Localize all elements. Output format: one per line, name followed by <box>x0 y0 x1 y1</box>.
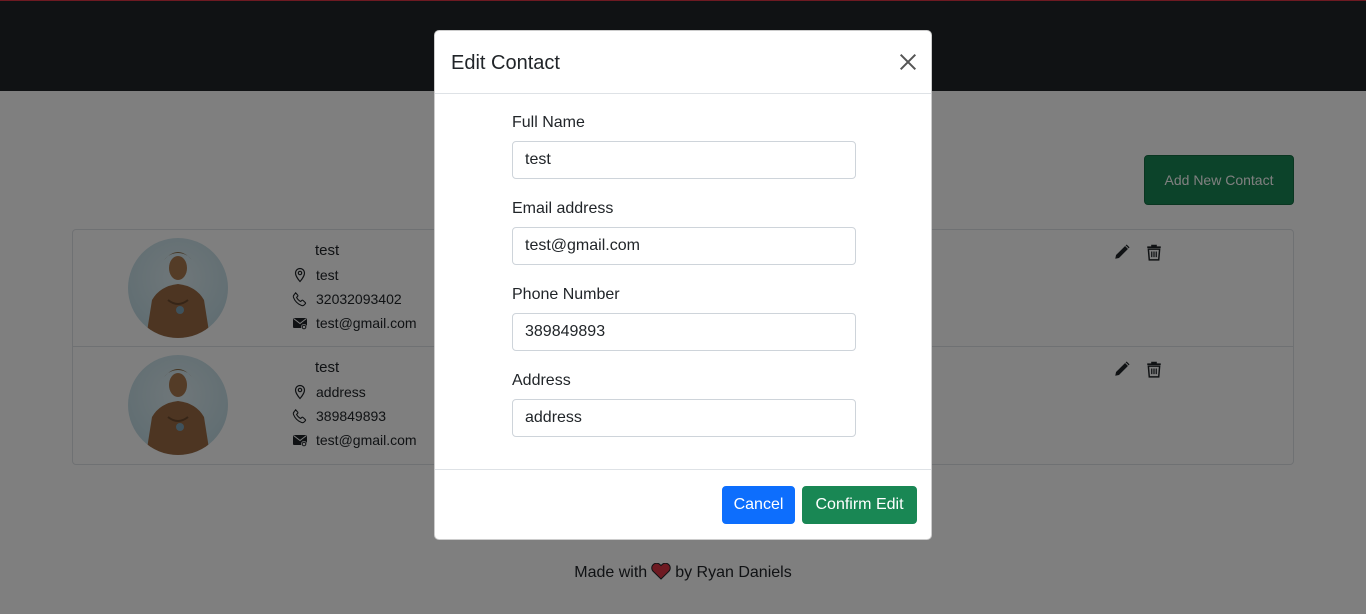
address-label: Address <box>512 372 571 389</box>
modal-footer: Cancel Confirm Edit <box>435 469 931 539</box>
email-label: Email address <box>512 200 614 217</box>
full-name-label: Full Name <box>512 114 585 131</box>
full-name-field[interactable] <box>512 141 856 179</box>
cancel-button[interactable]: Cancel <box>722 486 795 524</box>
phone-field[interactable] <box>512 313 856 351</box>
close-icon[interactable] <box>898 52 918 72</box>
phone-label: Phone Number <box>512 286 620 303</box>
modal-header: Edit Contact <box>435 31 931 94</box>
address-field[interactable] <box>512 399 856 437</box>
confirm-edit-button[interactable]: Confirm Edit <box>802 486 917 524</box>
email-field[interactable] <box>512 227 856 265</box>
edit-contact-modal: Edit Contact Full Name Email address Pho… <box>434 30 932 540</box>
modal-title: Edit Contact <box>451 52 560 74</box>
